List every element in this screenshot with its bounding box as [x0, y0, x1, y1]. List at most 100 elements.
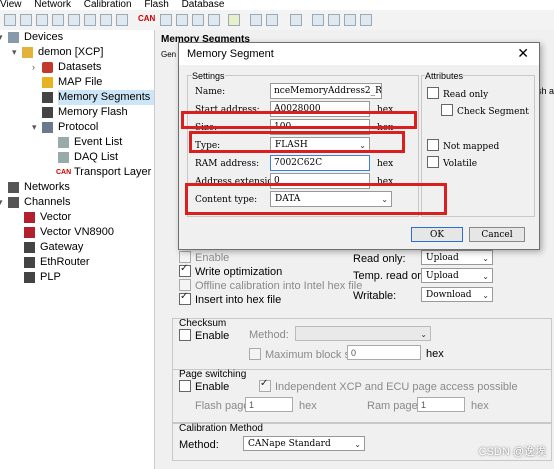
tree-item-vector[interactable]: Vector: [24, 210, 71, 225]
calibration-method-select[interactable]: CANape Standard ⌄: [243, 436, 365, 451]
checksum-method-label: Method:: [249, 329, 289, 341]
type-highlight-box: [189, 131, 405, 153]
insert-into-hex-checkbox[interactable]: [179, 291, 191, 305]
expand-icon[interactable]: ›: [32, 60, 35, 75]
tree-item-devices[interactable]: ▾ Devices: [0, 30, 63, 45]
ok-button[interactable]: OK: [411, 227, 463, 242]
name-field[interactable]: nceMemoryAddress2_RAM: [270, 83, 382, 99]
tree-item-memory-flash[interactable]: Memory Flash: [42, 105, 128, 120]
collapse-icon[interactable]: ▾: [32, 120, 37, 135]
collapse-icon[interactable]: ▾: [0, 195, 3, 210]
menu-database[interactable]: Database: [182, 0, 225, 10]
toolbar-icon-14[interactable]: [250, 14, 262, 26]
toolbar-icon-3[interactable]: [36, 14, 48, 26]
max-block-size-checkbox[interactable]: [249, 348, 261, 360]
check-segment-checkbox[interactable]: [441, 104, 453, 116]
not-mapped-option[interactable]: Not mapped: [427, 139, 499, 152]
collapse-icon[interactable]: ▾: [12, 45, 17, 60]
checksum-group: Checksum Enable Method: ⌄ Maximum block …: [172, 318, 552, 370]
volatile-checkbox[interactable]: [427, 156, 439, 168]
tree-item-vector-vn8900[interactable]: Vector VN8900: [24, 225, 114, 240]
independent-access-checkbox[interactable]: [259, 378, 271, 392]
dialog-titlebar: Memory Segment ✕: [179, 43, 539, 65]
calibration-method-label: Method:: [179, 439, 219, 451]
page-enable-checkbox[interactable]: [179, 380, 191, 392]
ram-address-field[interactable]: 7002C62C: [270, 155, 370, 171]
networks-icon: [8, 182, 19, 193]
chevron-down-icon: ⌄: [420, 330, 427, 339]
tree-item-networks[interactable]: Networks: [8, 180, 70, 195]
memory-chip-icon: [42, 107, 53, 118]
insert-into-hex-option[interactable]: Insert into hex file: [179, 291, 281, 306]
read-only-checkbox[interactable]: [427, 87, 439, 99]
menu-view[interactable]: View: [0, 0, 22, 10]
checksum-method-select[interactable]: ⌄: [295, 326, 431, 341]
toolbar-icon-9[interactable]: [160, 14, 172, 26]
toolbar-icon-6[interactable]: [84, 14, 96, 26]
tab-general[interactable]: Gen: [161, 50, 176, 59]
can-toolbar-icon[interactable]: CAN: [138, 14, 155, 23]
toolbar-icon-17[interactable]: [312, 14, 324, 26]
settings-title: Settings: [192, 71, 225, 81]
volatile-option[interactable]: Volatile: [427, 156, 477, 169]
watermark: CSDN @逸埃: [478, 446, 546, 458]
tree-item-plp[interactable]: PLP: [24, 270, 61, 285]
read-only-select[interactable]: Upload ⌄: [421, 250, 493, 265]
toolbar-icon-19[interactable]: [344, 14, 356, 26]
tree-item-ethrouter[interactable]: EthRouter: [24, 255, 90, 270]
checksum-enable-option[interactable]: Enable: [179, 329, 229, 342]
page-enable-option[interactable]: Enable: [179, 380, 229, 393]
ram-page-input[interactable]: 1: [417, 397, 465, 412]
toolbar-icon-15[interactable]: [266, 14, 278, 26]
toolbar-icon-5[interactable]: [68, 14, 80, 26]
tree-item-protocol[interactable]: ▾ Protocol: [32, 120, 98, 135]
toolbar-icon-1[interactable]: [4, 14, 16, 26]
checksum-enable-checkbox[interactable]: [179, 329, 191, 341]
toolbar-icon-7[interactable]: [100, 14, 112, 26]
toolbar-icon-4[interactable]: [52, 14, 64, 26]
toolbar-icon-11[interactable]: [192, 14, 204, 26]
toolbar-icon-8[interactable]: [116, 14, 128, 26]
toolbar-icon-18[interactable]: [328, 14, 340, 26]
tree-item-datasets[interactable]: › Datasets: [32, 60, 101, 75]
menu-calibration[interactable]: Calibration: [84, 0, 132, 10]
flash-page-input[interactable]: 1: [245, 397, 293, 412]
toolbar-icon-10[interactable]: [176, 14, 188, 26]
offline-calibration-option[interactable]: Offline calibration into Intel hex file: [179, 279, 362, 292]
channels-icon: [8, 197, 19, 208]
temp-read-only-select[interactable]: Upload ⌄: [421, 268, 493, 283]
ethrouter-icon: [24, 257, 35, 268]
independent-access-option[interactable]: Independent XCP and ECU page access poss…: [259, 378, 518, 393]
writable-select[interactable]: Download ⌄: [421, 287, 493, 302]
calibration-method-title: Calibration Method: [179, 423, 263, 434]
close-icon[interactable]: ✕: [517, 45, 529, 62]
toolbar-icon-16[interactable]: [290, 14, 302, 26]
enable-checkbox[interactable]: [179, 251, 191, 263]
collapse-icon[interactable]: ▾: [0, 30, 3, 45]
tree-item-transport-layer[interactable]: CAN Transport Layer: [56, 165, 151, 180]
write-optimization-checkbox[interactable]: [179, 263, 191, 277]
tree-item-memory-segments[interactable]: Memory Segments: [42, 90, 154, 105]
tree-item-demon[interactable]: ▾ demon [XCP]: [12, 45, 103, 60]
write-optimization-option[interactable]: Write optimization: [179, 263, 282, 278]
tree-item-channels[interactable]: ▾ Channels: [0, 195, 70, 210]
map-file-icon: [42, 77, 53, 88]
read-only-option[interactable]: Read only: [427, 87, 488, 100]
max-block-size-input[interactable]: 0: [347, 345, 421, 360]
not-mapped-checkbox[interactable]: [427, 139, 439, 151]
toolbar-icon-12[interactable]: [208, 14, 220, 26]
memory-chip-icon: [42, 92, 53, 103]
cancel-button[interactable]: Cancel: [469, 227, 525, 242]
offline-calibration-checkbox[interactable]: [179, 279, 191, 291]
memory-segment-dialog: Memory Segment ✕ Settings Name: nceMemor…: [178, 42, 540, 250]
menu-network[interactable]: Network: [34, 0, 71, 10]
toolbar-icon-20[interactable]: [360, 14, 372, 26]
check-segment-option[interactable]: Check Segment: [441, 104, 529, 117]
toolbar-icon-13[interactable]: [228, 14, 240, 26]
menu-flash[interactable]: Flash: [144, 0, 168, 10]
tree-item-map-file[interactable]: MAP File: [42, 75, 102, 90]
toolbar-icon-2[interactable]: [20, 14, 32, 26]
tree-item-daq-list[interactable]: DAQ List: [58, 150, 118, 165]
tree-item-event-list[interactable]: Event List: [58, 135, 122, 150]
tree-item-gateway[interactable]: Gateway: [24, 240, 83, 255]
